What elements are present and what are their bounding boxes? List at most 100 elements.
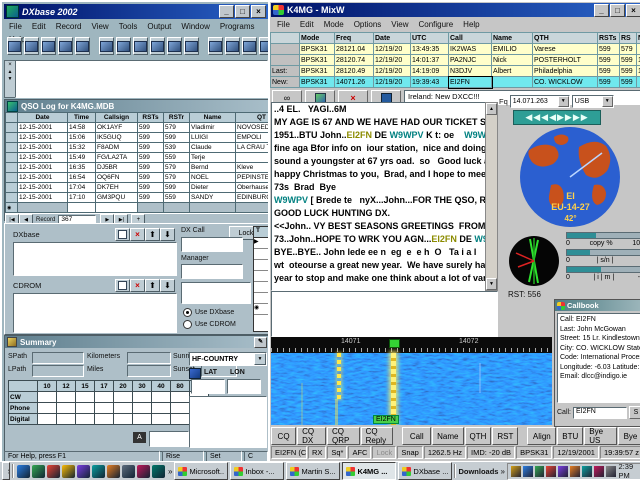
quicklaunch-icon-7[interactable] [107,465,120,478]
summary-listbox[interactable] [189,396,267,448]
dxbase-close-button[interactable]: × [251,5,266,18]
scroll-down-button[interactable]: ▼ [486,278,497,290]
mixw-menu-view[interactable]: View [386,18,413,31]
waterfall-scale[interactable]: 14071 14072 [271,337,552,353]
dxbase-maximize-button[interactable]: □ [235,5,250,18]
tray-icon-9[interactable] [606,466,616,477]
mixw-menu-mode[interactable]: Mode [319,18,349,31]
dxbase-delete-button[interactable]: × [130,228,145,241]
cdrom-new-button[interactable] [115,279,130,292]
macro-bye-us[interactable]: Bye US [584,427,617,445]
callbook-search-button[interactable]: S [629,406,640,419]
use-cdrom-radio[interactable]: Use CDROM [183,320,236,329]
quicklaunch-icon-4[interactable] [62,465,75,478]
mixw-maximize-button[interactable]: □ [610,4,625,17]
taskbar-button-inbox[interactable]: Inbox -... [230,462,284,480]
cdrom-delete-button[interactable]: × [130,279,145,292]
cdrom-down-button[interactable]: ⬇ [160,279,175,292]
quicklaunch-icon-1[interactable] [17,465,30,478]
table-row[interactable]: 12-15-200115:32F8ADM599539ClaudeLA CRAU … [6,143,288,153]
mixw-menu-options[interactable]: Options [349,18,387,31]
qso-col-rstr[interactable]: RSTr [164,113,190,123]
log-row[interactable]: BPSK3128120.7412/19/2014:01:37PA2NJCNick… [271,55,640,66]
country-combo[interactable]: HF-COUNTRY ▼ [189,352,267,366]
table-row[interactable]: 12-15-200115:49FG/LA2TA599559Terje [6,153,288,163]
log-row[interactable]: Last:BPSK3128120.4912/19/2014:19:09N3DJV… [271,66,640,77]
mixw-log-grid[interactable]: ModeFreqDateUTCCallNameQTHRSTsRSNotesBPS… [270,32,640,88]
macro-qth[interactable]: QTH [465,427,492,445]
quicklaunch-icon-8[interactable] [122,465,135,478]
print-preview-icon[interactable]: A [133,432,146,443]
lookup-extra-input[interactable] [181,282,251,304]
taskbar-button-martin-s[interactable]: Martin S... [286,462,340,480]
quicklaunch-icon-2[interactable] [32,465,45,478]
delete-icon[interactable] [184,37,199,55]
taskbar-button-dxbase[interactable]: DXbase ... [398,462,452,480]
dxbase-titlebar[interactable]: DXbase 2002 _ □ × [4,4,268,19]
table-row[interactable]: 12-15-200116:54OQ6FN599579NOELPEPINSTER [6,173,288,183]
log-col-rsts[interactable]: RSTs [598,33,620,44]
tray-icon-5[interactable] [558,466,568,477]
quicklaunch-icon-5[interactable] [77,465,90,478]
tune-flag-icon[interactable] [389,339,400,348]
macro-bye[interactable]: Bye [618,427,640,445]
macro-rst[interactable]: RST [492,427,518,445]
mixw-menu-file[interactable]: File [272,18,295,31]
country-combo-dropdown[interactable]: ▼ [254,353,266,365]
start-button[interactable]: Start [2,462,10,480]
downloads-chevron[interactable]: » [500,467,504,476]
mixw-minimize-button[interactable]: _ [594,4,609,17]
qso-col-name[interactable]: Name [190,113,236,123]
macro-call[interactable]: Call [402,427,431,445]
tune-arrows[interactable]: ◀◀◀◀▶▶▶▶ [513,110,601,125]
log-col-utc[interactable]: UTC [411,33,449,44]
freq-combo-dropdown[interactable]: ▼ [558,96,569,107]
columns-icon[interactable] [116,37,131,55]
log-col-rowlabel[interactable] [271,33,300,44]
log-col-rs[interactable]: RS [620,33,637,44]
sideband-combo-dropdown[interactable]: ▼ [602,96,613,107]
log-col-name[interactable]: Name [492,33,533,44]
qso-entry-row[interactable]: ◉ [6,203,288,213]
window-swap-icon[interactable] [167,37,182,55]
log-col-freq[interactable]: Freq [335,33,374,44]
macro-cq-qrp[interactable]: CQ QRP [327,427,360,445]
tray-icon-8[interactable] [594,466,604,477]
qso-col-callsign[interactable]: Callsign [96,113,138,123]
macro-btu[interactable]: BTU [557,427,583,445]
use-dxbase-radio[interactable]: Use DXbase [183,308,234,317]
status-snap[interactable]: Snap [397,446,423,459]
dxbase-menu-output[interactable]: Output [142,20,176,33]
taskbar-button-k4mg[interactable]: K4MG ... [342,462,396,480]
cdrom-listbox[interactable] [13,293,177,333]
macro-cq-dx[interactable]: CQ DX [297,427,326,445]
scroll-up-button[interactable]: ▲ [486,103,497,115]
sideband-combo[interactable]: USB ▼ [572,95,614,108]
log-row[interactable]: BPSK3128121.0412/19/2013:49:35IK2WASEMIL… [271,44,640,55]
dxbase-menu-record[interactable]: Record [51,20,87,33]
tray-icon-6[interactable] [570,466,580,477]
downloads-toolbar[interactable]: Downloads [458,467,498,476]
cut-icon[interactable] [225,37,240,55]
tray-icon-2[interactable] [523,466,533,477]
quicklaunch-icon-3[interactable] [47,465,60,478]
quicklaunch-icon-10[interactable] [152,465,165,478]
log-col-qth[interactable]: QTH [533,33,598,44]
blank-icon[interactable] [75,37,90,55]
mixw-titlebar[interactable]: K4MG - MixW _ □ × [271,3,640,17]
save-icon[interactable] [208,37,223,55]
macro-cq[interactable]: CQ [271,427,296,445]
qso-log-table[interactable]: DateTimeCallsignRSTsRSTrNameQT12-15-2001… [5,112,288,213]
mixw-close-button[interactable]: × [626,4,640,17]
table-row[interactable]: 12-15-200116:35DJ5BR599579BerndKleve [6,163,288,173]
mixw-menu-configure[interactable]: Configure [413,18,458,31]
qso-col-date[interactable]: Date [18,113,68,123]
indent-icon[interactable] [150,37,165,55]
table-row[interactable]: 12-15-200117:10GM3PQU599559SANDYEDINBURG… [6,193,288,203]
dxbase-minimize-button[interactable]: _ [219,5,234,18]
callbook-titlebar[interactable]: Callbook [555,300,640,311]
new-window-icon[interactable] [24,37,39,55]
rx-pane[interactable]: ..4 EL. YAGI..6MMY AGE IS 67 AND WE HAVE… [271,102,489,291]
lon-input[interactable] [227,379,261,394]
status-sq[interactable]: Sq* [327,446,347,459]
